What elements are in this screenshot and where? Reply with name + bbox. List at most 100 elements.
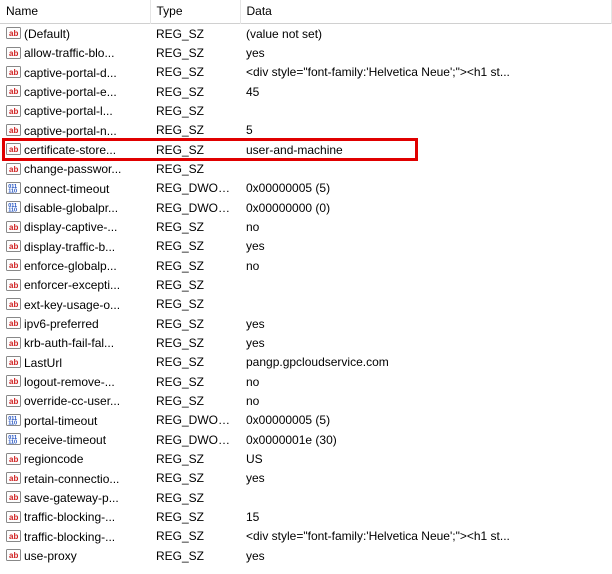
table-row[interactable]: receive-timeoutREG_DWORD0x0000001e (30) [0,430,612,449]
value-name: allow-traffic-blo... [24,46,114,60]
value-name: retain-connectio... [24,471,119,485]
table-row[interactable]: (Default)REG_SZ(value not set) [0,24,612,44]
value-name-cell[interactable]: captive-portal-d... [0,63,150,82]
table-row[interactable]: ext-key-usage-o...REG_SZ [0,295,612,314]
value-type: REG_SZ [150,314,240,333]
value-data: 0x0000001e (30) [240,430,612,449]
reg-binary-icon [6,412,21,427]
value-name-cell[interactable]: receive-timeout [0,430,150,449]
value-name-cell[interactable]: ext-key-usage-o... [0,295,150,314]
table-row[interactable]: display-traffic-b...REG_SZyes [0,237,612,256]
value-data: yes [240,237,612,256]
value-name-cell[interactable]: captive-portal-l... [0,101,150,120]
table-row[interactable]: allow-traffic-blo...REG_SZyes [0,43,612,62]
value-type: REG_SZ [150,391,240,410]
value-name-cell[interactable]: ipv6-preferred [0,314,150,333]
value-name-cell[interactable]: krb-auth-fail-fal... [0,333,150,352]
table-row[interactable]: captive-portal-n...REG_SZ5 [0,121,612,140]
reg-binary-icon [6,431,21,446]
table-row[interactable]: use-proxyREG_SZyes [0,546,612,565]
value-type: REG_SZ [150,275,240,294]
value-name: override-cc-user... [24,394,120,408]
value-type: REG_SZ [150,449,240,468]
value-data: 45 [240,82,612,101]
value-type: REG_SZ [150,372,240,391]
table-row[interactable]: logout-remove-...REG_SZno [0,372,612,391]
table-row[interactable]: LastUrlREG_SZpangp.gpcloudservice.com [0,353,612,372]
table-row[interactable]: captive-portal-e...REG_SZ45 [0,82,612,101]
value-name-cell[interactable]: retain-connectio... [0,469,150,488]
table-row[interactable]: enforce-globalp...REG_SZno [0,256,612,275]
reg-string-icon [6,509,21,524]
value-type: REG_DWORD [150,179,240,198]
table-row[interactable]: display-captive-...REG_SZno [0,217,612,236]
value-type: REG_DWORD [150,411,240,430]
table-row[interactable]: captive-portal-d...REG_SZ<div style="fon… [0,63,612,82]
value-data: yes [240,333,612,352]
value-name-cell[interactable]: connect-timeout [0,179,150,198]
value-data [240,275,612,294]
value-type: REG_SZ [150,488,240,507]
value-data [240,101,612,120]
value-name-cell[interactable]: allow-traffic-blo... [0,43,150,62]
value-name-cell[interactable]: change-passwor... [0,159,150,178]
table-row[interactable]: save-gateway-p...REG_SZ [0,488,612,507]
value-name: ipv6-preferred [24,317,99,331]
reg-binary-icon [6,199,21,214]
reg-string-icon [6,257,21,272]
table-row[interactable]: traffic-blocking-...REG_SZ15 [0,507,612,526]
value-type: REG_DWORD [150,430,240,449]
table-row[interactable]: krb-auth-fail-fal...REG_SZyes [0,333,612,352]
column-header-data[interactable]: Data [240,0,612,24]
value-name: use-proxy [24,549,77,563]
table-row[interactable]: captive-portal-l...REG_SZ [0,101,612,120]
table-row[interactable]: enforcer-excepti... REG_SZ [0,275,612,294]
table-row[interactable]: regioncodeREG_SZUS [0,449,612,468]
table-row[interactable]: override-cc-user...REG_SZno [0,391,612,410]
value-name: enforcer-excepti... [24,278,120,292]
value-name-cell[interactable]: enforcer-excepti... [0,275,150,294]
table-row[interactable]: retain-connectio...REG_SZyes [0,469,612,488]
value-name-cell[interactable]: traffic-blocking-... [0,507,150,526]
value-name-cell[interactable]: captive-portal-n... [0,121,150,140]
column-header-type[interactable]: Type [150,0,240,24]
value-name-cell[interactable]: traffic-blocking-... [0,527,150,546]
value-name: display-traffic-b... [24,239,115,253]
value-name-cell[interactable]: certificate-store... [0,140,150,159]
table-row[interactable]: change-passwor...REG_SZ [0,159,612,178]
table-row[interactable]: certificate-store...REG_SZuser-and-machi… [0,140,612,159]
table-row[interactable]: ipv6-preferred REG_SZyes [0,314,612,333]
value-name-cell[interactable]: LastUrl [0,353,150,372]
value-name-cell[interactable]: save-gateway-p... [0,488,150,507]
value-name-cell[interactable]: enforce-globalp... [0,256,150,275]
reg-string-icon [6,335,21,350]
value-name-cell[interactable]: use-proxy [0,546,150,565]
table-row[interactable]: connect-timeoutREG_DWORD0x00000005 (5) [0,179,612,198]
value-name: certificate-store... [24,143,116,157]
registry-table: Name Type Data (Default)REG_SZ(value not… [0,0,612,565]
value-data: no [240,256,612,275]
value-type: REG_SZ [150,469,240,488]
value-name-cell[interactable]: regioncode [0,449,150,468]
value-name: change-passwor... [24,162,121,176]
value-name: display-captive-... [24,220,117,234]
table-row[interactable]: traffic-blocking-...REG_SZ<div style="fo… [0,527,612,546]
column-header-name[interactable]: Name [0,0,150,24]
value-name-cell[interactable]: display-traffic-b... [0,237,150,256]
value-data [240,295,612,314]
value-type: REG_SZ [150,333,240,352]
table-row[interactable]: disable-globalpr...REG_DWORD0x00000000 (… [0,198,612,217]
value-data: no [240,217,612,236]
value-name-cell[interactable]: portal-timeout [0,411,150,430]
value-name-cell[interactable]: captive-portal-e... [0,82,150,101]
value-name-cell[interactable]: display-captive-... [0,217,150,236]
table-row[interactable]: portal-timeoutREG_DWORD0x00000005 (5) [0,411,612,430]
value-data: yes [240,314,612,333]
value-name-cell[interactable]: (Default) [0,24,150,44]
value-data: (value not set) [240,24,612,44]
reg-string-icon [6,315,21,330]
value-name-cell[interactable]: override-cc-user... [0,391,150,410]
value-name-cell[interactable]: disable-globalpr... [0,198,150,217]
reg-string-icon [6,103,21,118]
value-name-cell[interactable]: logout-remove-... [0,372,150,391]
